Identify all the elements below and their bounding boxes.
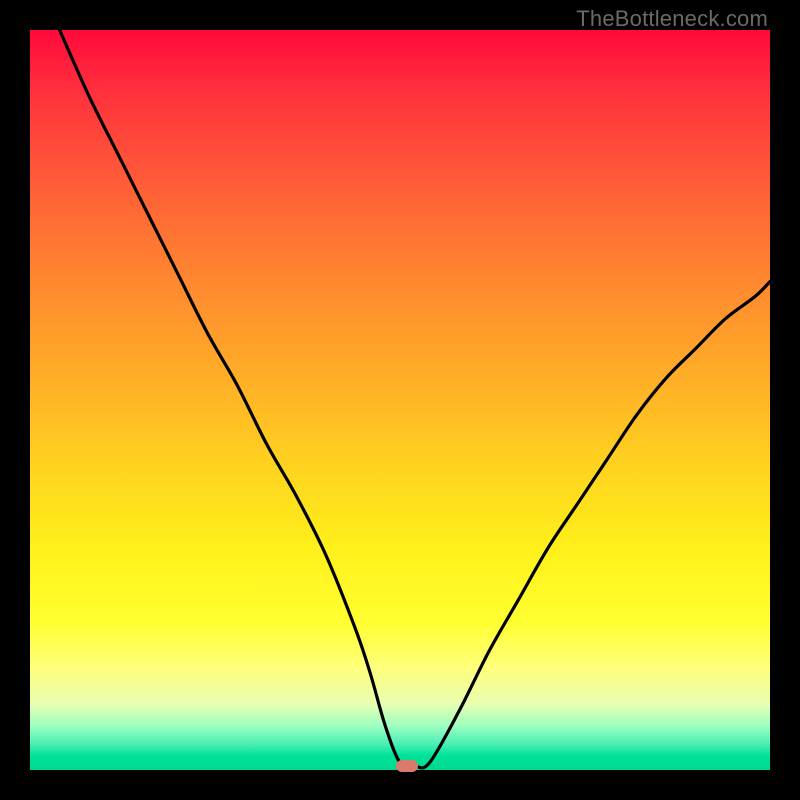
optimal-marker [396,760,418,772]
plot-area [30,30,770,770]
curve-path [60,30,770,768]
chart-frame: TheBottleneck.com [0,0,800,800]
bottleneck-curve [30,30,770,770]
watermark-text: TheBottleneck.com [576,6,768,32]
